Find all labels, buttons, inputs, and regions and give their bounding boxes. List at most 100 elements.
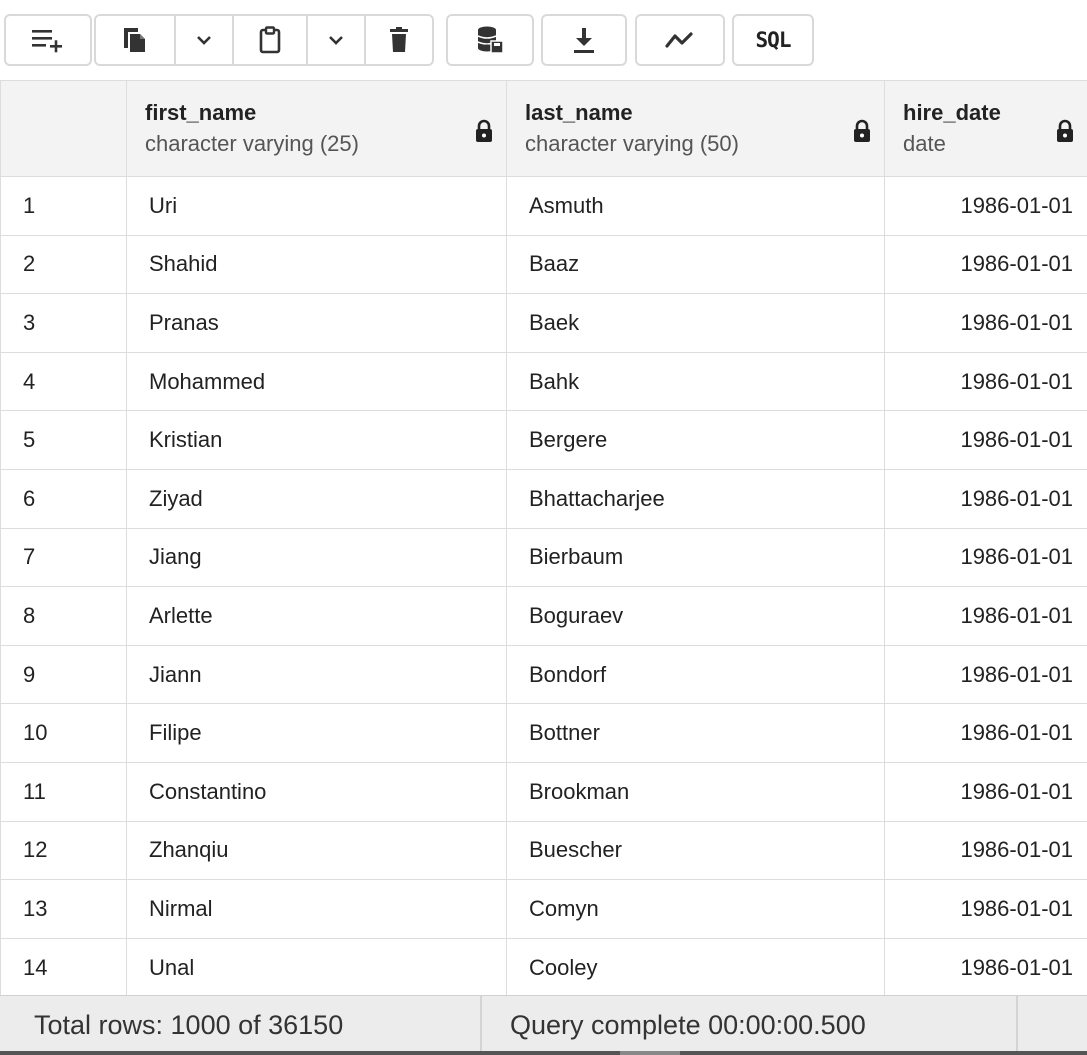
cell-last-name[interactable]: Buescher: [506, 820, 885, 881]
cell-hire-date[interactable]: 1986-01-01: [884, 761, 1087, 822]
delete-icon: [390, 27, 408, 52]
cell-last-name[interactable]: Bhattacharjee: [506, 468, 885, 529]
table-row[interactable]: 2 Shahid Baaz 1986-01-01: [0, 234, 1087, 295]
cell-last-name[interactable]: Asmuth: [506, 176, 885, 236]
table-row[interactable]: 6 Ziyad Bhattacharjee 1986-01-01: [0, 468, 1087, 529]
copy-paste-group: [94, 14, 434, 66]
cell-last-name[interactable]: Baek: [506, 293, 885, 353]
cell-hire-date[interactable]: 1986-01-01: [884, 351, 1087, 412]
cell-last-name[interactable]: Comyn: [506, 879, 885, 939]
table-row[interactable]: 5 Kristian Bergere 1986-01-01: [0, 410, 1087, 470]
chevron-down-icon: [197, 36, 211, 45]
delete-button[interactable]: [364, 16, 432, 64]
cell-last-name[interactable]: Bottner: [506, 703, 885, 763]
chevron-down-icon: [329, 36, 343, 45]
cell-hire-date[interactable]: 1986-01-01: [884, 644, 1087, 705]
copy-button[interactable]: [96, 16, 174, 64]
row-number[interactable]: 3: [0, 293, 127, 353]
row-number[interactable]: 10: [0, 703, 127, 763]
cell-last-name[interactable]: Brookman: [506, 761, 885, 822]
cell-hire-date[interactable]: 1986-01-01: [884, 176, 1087, 236]
row-number[interactable]: 8: [0, 586, 127, 646]
table-row[interactable]: 11 Constantino Brookman 1986-01-01: [0, 761, 1087, 822]
cell-hire-date[interactable]: 1986-01-01: [884, 879, 1087, 939]
cell-hire-date[interactable]: 1986-01-01: [884, 820, 1087, 881]
cell-first-name[interactable]: Unal: [126, 937, 507, 998]
cell-first-name[interactable]: Mohammed: [126, 351, 507, 412]
row-number[interactable]: 6: [0, 468, 127, 529]
column-type: character varying (25): [145, 130, 359, 156]
lock-icon: [854, 119, 870, 142]
add-row-group: [4, 14, 92, 66]
row-number[interactable]: 2: [0, 234, 127, 295]
row-number[interactable]: 12: [0, 820, 127, 881]
cell-first-name[interactable]: Zhanqiu: [126, 820, 507, 881]
column-type: character varying (50): [525, 130, 739, 156]
graph-icon: [665, 32, 693, 48]
cell-first-name[interactable]: Filipe: [126, 703, 507, 763]
cell-last-name[interactable]: Baaz: [506, 234, 885, 295]
paste-button[interactable]: [232, 16, 306, 64]
cell-last-name[interactable]: Cooley: [506, 937, 885, 998]
add-row-button[interactable]: [6, 16, 90, 64]
copy-options-button[interactable]: [174, 16, 232, 64]
cell-last-name[interactable]: Bergere: [506, 410, 885, 470]
sql-button[interactable]: SQL: [734, 16, 812, 64]
cell-first-name[interactable]: Shahid: [126, 234, 507, 295]
cell-last-name[interactable]: Bahk: [506, 351, 885, 412]
table-row[interactable]: 3 Pranas Baek 1986-01-01: [0, 293, 1087, 353]
cell-first-name[interactable]: Uri: [126, 176, 507, 236]
table-row[interactable]: 10 Filipe Bottner 1986-01-01: [0, 703, 1087, 763]
cell-hire-date[interactable]: 1986-01-01: [884, 937, 1087, 998]
cell-first-name[interactable]: Pranas: [126, 293, 507, 353]
table-row[interactable]: 8 Arlette Boguraev 1986-01-01: [0, 586, 1087, 646]
cell-first-name[interactable]: Jiann: [126, 644, 507, 705]
cell-first-name[interactable]: Ziyad: [126, 468, 507, 529]
table-row[interactable]: 1 Uri Asmuth 1986-01-01: [0, 176, 1087, 236]
graph-visualiser-button[interactable]: [637, 16, 723, 64]
column-name: last_name: [525, 99, 633, 125]
cell-last-name[interactable]: Bondorf: [506, 644, 885, 705]
cell-hire-date[interactable]: 1986-01-01: [884, 293, 1087, 353]
column-header-last-name[interactable]: last_name character varying (50): [506, 80, 885, 177]
column-header-first-name[interactable]: first_name character varying (25): [126, 80, 507, 177]
row-number[interactable]: 13: [0, 879, 127, 939]
row-number[interactable]: 1: [0, 176, 127, 236]
table-row[interactable]: 9 Jiann Bondorf 1986-01-01: [0, 644, 1087, 705]
save-data-button[interactable]: [448, 16, 532, 64]
cell-last-name[interactable]: Bierbaum: [506, 527, 885, 588]
table-row[interactable]: 4 Mohammed Bahk 1986-01-01: [0, 351, 1087, 412]
row-number[interactable]: 5: [0, 410, 127, 470]
download-group: [541, 14, 627, 66]
copy-icon: [124, 28, 145, 52]
paste-options-button[interactable]: [306, 16, 364, 64]
results-grid: first_name character varying (25) last_n…: [0, 80, 1087, 998]
cell-first-name[interactable]: Nirmal: [126, 879, 507, 939]
sql-icon: SQL: [755, 28, 792, 52]
cell-hire-date[interactable]: 1986-01-01: [884, 586, 1087, 646]
cell-hire-date[interactable]: 1986-01-01: [884, 527, 1087, 588]
table-row[interactable]: 7 Jiang Bierbaum 1986-01-01: [0, 527, 1087, 588]
scrollbar-thumb[interactable]: [620, 1051, 680, 1055]
row-number[interactable]: 11: [0, 761, 127, 822]
row-number[interactable]: 9: [0, 644, 127, 705]
cell-hire-date[interactable]: 1986-01-01: [884, 234, 1087, 295]
cell-first-name[interactable]: Arlette: [126, 586, 507, 646]
row-number[interactable]: 7: [0, 527, 127, 588]
row-number-header[interactable]: [0, 80, 127, 177]
cell-hire-date[interactable]: 1986-01-01: [884, 468, 1087, 529]
cell-hire-date[interactable]: 1986-01-01: [884, 410, 1087, 470]
row-number[interactable]: 14: [0, 937, 127, 998]
cell-hire-date[interactable]: 1986-01-01: [884, 703, 1087, 763]
cell-first-name[interactable]: Jiang: [126, 527, 507, 588]
table-row[interactable]: 12 Zhanqiu Buescher 1986-01-01: [0, 820, 1087, 881]
cell-first-name[interactable]: Constantino: [126, 761, 507, 822]
table-row[interactable]: 14 Unal Cooley 1986-01-01: [0, 937, 1087, 998]
download-button[interactable]: [543, 16, 625, 64]
horizontal-scrollbar[interactable]: [0, 1051, 1087, 1055]
row-number[interactable]: 4: [0, 351, 127, 412]
table-row[interactable]: 13 Nirmal Comyn 1986-01-01: [0, 879, 1087, 939]
cell-last-name[interactable]: Boguraev: [506, 586, 885, 646]
column-header-hire-date[interactable]: hire_date date: [884, 80, 1087, 177]
cell-first-name[interactable]: Kristian: [126, 410, 507, 470]
